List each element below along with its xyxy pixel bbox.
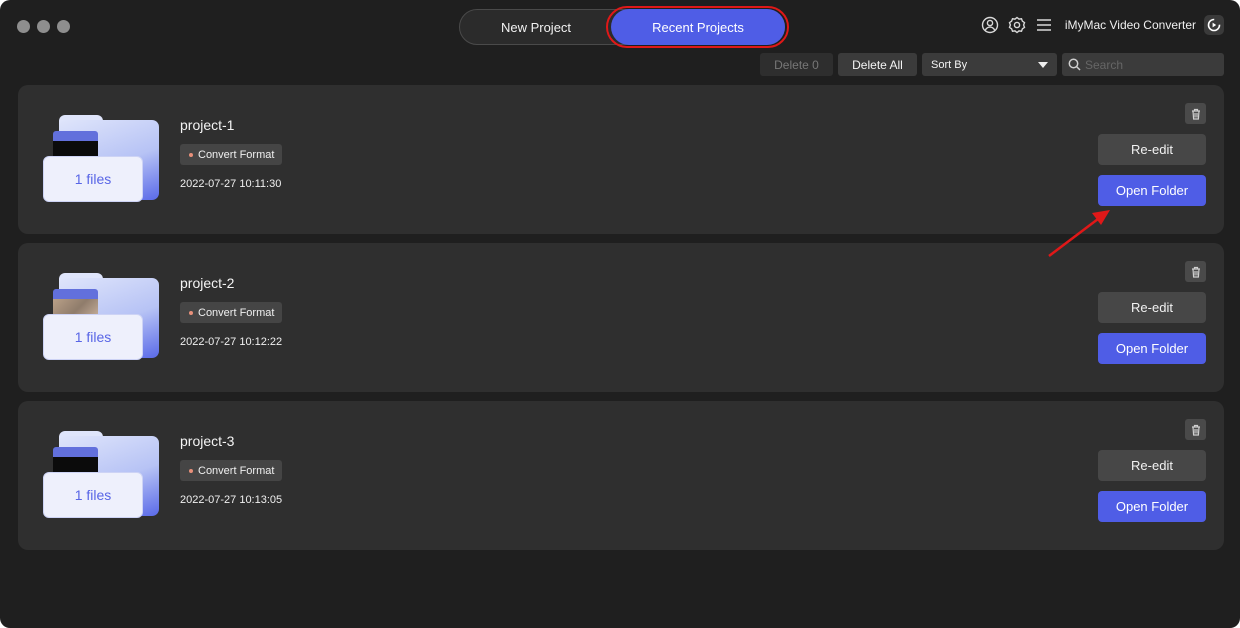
app-title: iMyMac Video Converter [1064,18,1196,32]
project-type-label: Convert Format [198,148,275,161]
project-date: 2022-07-27 10:11:30 [180,178,282,190]
folder-icon: 1 files [43,273,161,360]
delete-selected-button[interactable]: Delete 0 [760,53,833,76]
project-date: 2022-07-27 10:12:22 [180,336,283,348]
delete-project-button[interactable] [1185,419,1206,440]
sort-by-label: Sort By [931,58,968,71]
re-edit-button[interactable]: Re-edit [1098,450,1206,481]
trash-icon [1191,424,1200,436]
user-icon[interactable] [981,16,1000,35]
badge-dot-icon [189,468,193,473]
delete-project-button[interactable] [1185,103,1206,124]
close-window-button[interactable] [17,20,30,33]
app-window: New Project Recent Projects iMyMac Video… [0,0,1240,628]
gear-icon[interactable] [1008,16,1027,35]
delete-all-button[interactable]: Delete All [838,53,917,76]
trash-icon [1191,108,1200,120]
tab-new-project[interactable]: New Project [460,9,612,45]
files-count: 1 files [43,156,143,202]
mode-segmented-control: New Project Recent Projects [459,9,785,45]
header-actions: iMyMac Video Converter [981,15,1224,35]
tab-recent-projects[interactable]: Recent Projects [611,9,785,45]
search-input[interactable] [1085,57,1215,72]
project-card: 1 files project-1 Convert Format 2022-07… [18,85,1224,234]
projects-toolbar: Delete 0 Delete All Sort By [760,53,1224,76]
project-type-label: Convert Format [198,464,275,477]
project-name: project-1 [180,117,235,133]
project-type-label: Convert Format [198,306,275,319]
delete-project-button[interactable] [1185,261,1206,282]
re-edit-button[interactable]: Re-edit [1098,134,1206,165]
re-edit-button[interactable]: Re-edit [1098,292,1206,323]
open-folder-button[interactable]: Open Folder [1098,491,1206,522]
project-type-badge: Convert Format [180,302,283,323]
open-folder-button[interactable]: Open Folder [1098,175,1206,206]
window-controls [17,20,70,33]
minimize-window-button[interactable] [37,20,50,33]
trash-icon [1191,266,1200,278]
chevron-down-icon [1038,61,1048,68]
folder-icon: 1 files [43,115,161,202]
project-name: project-3 [180,433,235,449]
files-count: 1 files [43,472,143,518]
project-name: project-2 [180,275,235,291]
project-card: 1 files project-2 Convert Format 2022-07… [18,243,1224,392]
menu-icon[interactable] [1035,16,1054,35]
search-box [1062,53,1224,76]
project-type-badge: Convert Format [180,460,283,481]
zoom-window-button[interactable] [57,20,70,33]
project-date: 2022-07-27 10:13:05 [180,494,283,506]
open-folder-button[interactable]: Open Folder [1098,333,1206,364]
app-logo-icon [1204,15,1224,35]
project-card: 1 files project-3 Convert Format 2022-07… [18,401,1224,550]
badge-dot-icon [189,152,193,157]
sort-by-select[interactable]: Sort By [922,53,1057,76]
files-count: 1 files [43,314,143,360]
badge-dot-icon [189,310,193,315]
folder-icon: 1 files [43,431,161,518]
search-icon [1068,58,1081,71]
project-type-badge: Convert Format [180,144,283,165]
